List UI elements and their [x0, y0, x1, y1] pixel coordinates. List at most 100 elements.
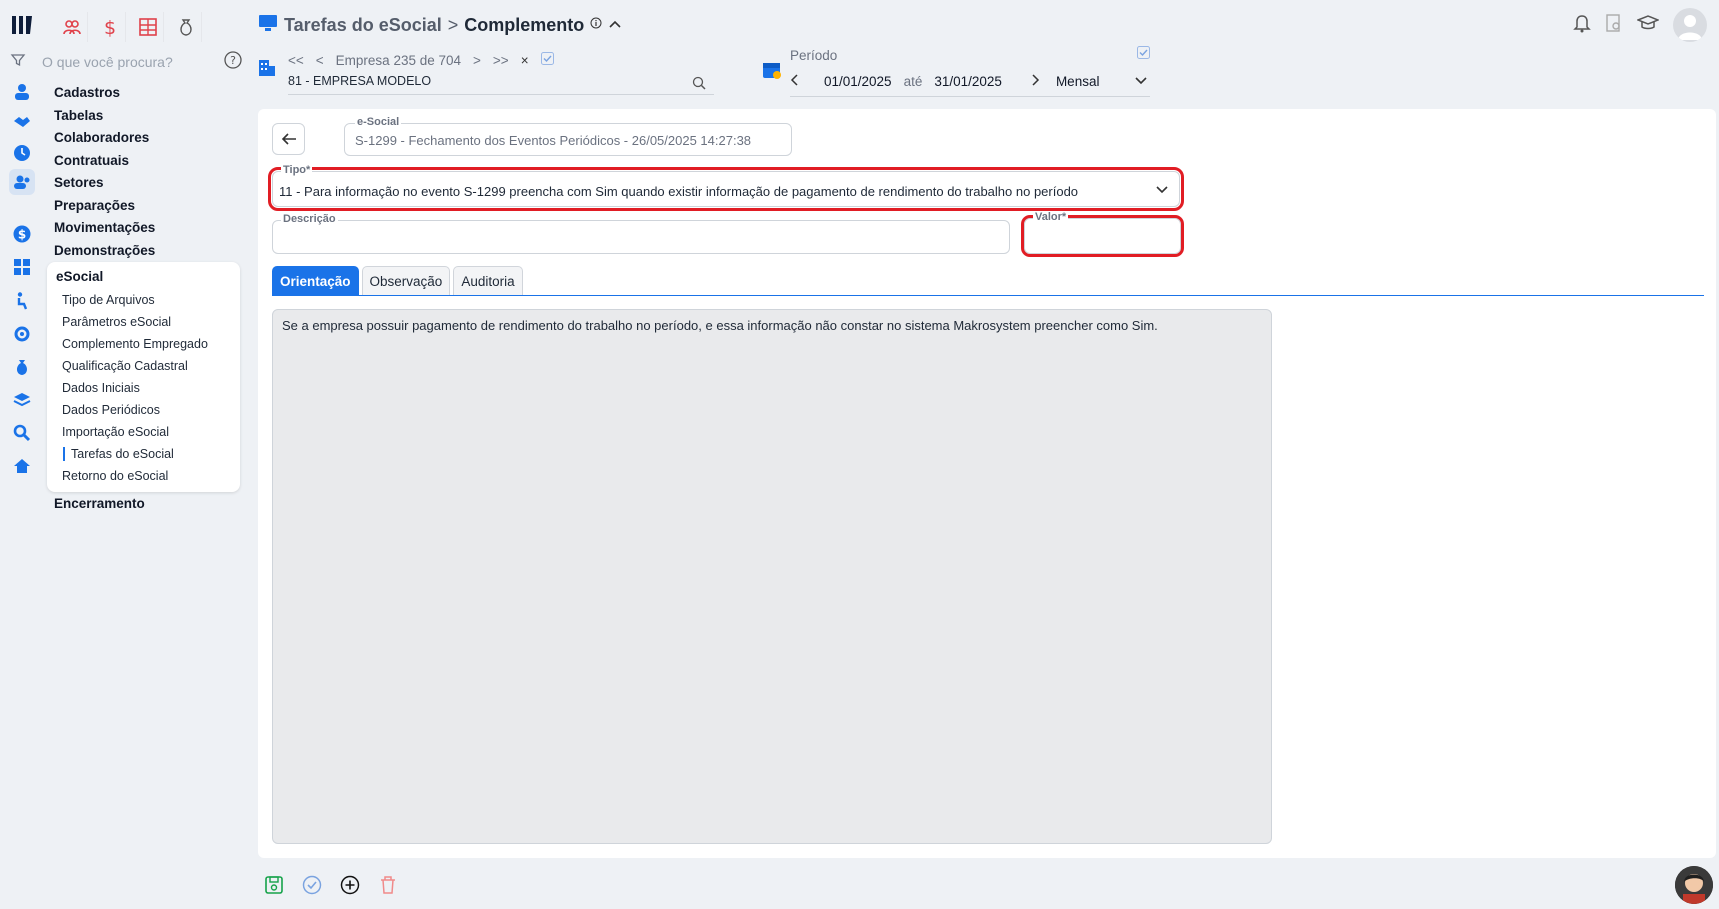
- submenu-item[interactable]: Importação eSocial: [62, 425, 169, 439]
- money-bag-icon[interactable]: [9, 354, 35, 380]
- bell-icon[interactable]: [1573, 13, 1591, 38]
- submenu-item[interactable]: Complemento Empregado: [62, 337, 208, 351]
- frequency-select[interactable]: Mensal: [1056, 74, 1100, 89]
- save-icon[interactable]: [262, 873, 286, 897]
- tipo-value: 11 - Para informação no evento S-1299 pr…: [279, 184, 1079, 199]
- top-right-actions: [1573, 8, 1707, 42]
- info-icon[interactable]: [590, 16, 602, 34]
- building-icon: [258, 58, 276, 83]
- tipo-label: Tipo*: [281, 164, 313, 176]
- breadcrumb-parent[interactable]: Tarefas do eSocial: [284, 15, 442, 36]
- trash-icon[interactable]: [376, 873, 400, 897]
- orientacao-panel: Se a empresa possuir pagamento de rendim…: [272, 309, 1272, 844]
- home-icon[interactable]: [9, 453, 35, 479]
- esocial-submenu: eSocial Tipo de Arquivos Parâmetros eSoc…: [47, 262, 240, 492]
- periodo-selector: Período 01/01/2025 até 31/01/2025 Mensal: [762, 46, 1152, 98]
- valor-field[interactable]: Valor*: [1021, 211, 1184, 257]
- confirm-icon[interactable]: [300, 873, 324, 897]
- periodo-underline: [790, 96, 1150, 97]
- menu-item-colaboradores[interactable]: Colaboradores: [54, 127, 244, 150]
- filter-icon[interactable]: [10, 52, 26, 73]
- menu-item-tabelas[interactable]: Tabelas: [54, 105, 244, 128]
- menu-item-demonstracoes[interactable]: Demonstrações: [54, 240, 244, 263]
- esocial-field: e-Social S-1299 - Fechamento dos Eventos…: [344, 116, 792, 156]
- first-empresa-button[interactable]: <<: [288, 53, 304, 68]
- empresa-input[interactable]: 81 - EMPRESA MODELO: [288, 74, 431, 88]
- dollar-sign-icon[interactable]: $: [94, 12, 126, 42]
- menu-item-movimentacoes[interactable]: Movimentações: [54, 217, 244, 240]
- menu-search: O que você procura? ?: [10, 50, 242, 74]
- chevron-right-icon[interactable]: [1030, 73, 1040, 89]
- next-empresa-button[interactable]: >: [473, 53, 481, 68]
- chevron-up-icon[interactable]: [608, 16, 622, 34]
- spreadsheet-icon[interactable]: [132, 12, 164, 42]
- search-icon[interactable]: [692, 76, 706, 95]
- tab-observacao[interactable]: Observação: [361, 266, 451, 295]
- user-avatar[interactable]: [1673, 8, 1707, 42]
- menu-item-cadastros[interactable]: Cadastros: [54, 82, 244, 105]
- submenu-item[interactable]: Retorno do eSocial: [62, 469, 168, 483]
- assistant-avatar[interactable]: [1675, 866, 1713, 904]
- menu-item-preparacoes[interactable]: Preparações: [54, 195, 244, 218]
- submenu-title[interactable]: eSocial: [56, 269, 103, 284]
- submenu-item[interactable]: Qualificação Cadastral: [62, 359, 188, 373]
- document-search-icon[interactable]: [1605, 13, 1623, 38]
- period-start-input[interactable]: 01/01/2025: [824, 74, 892, 89]
- submenu-item[interactable]: Tipo de Arquivos: [62, 293, 155, 307]
- money-bag-outline-icon[interactable]: [170, 12, 202, 42]
- handshake-icon[interactable]: [9, 109, 35, 135]
- action-toolbar: [262, 872, 400, 898]
- submenu-item[interactable]: Dados Periódicos: [62, 403, 160, 417]
- esocial-value: S-1299 - Fechamento dos Eventos Periódic…: [355, 133, 752, 148]
- gear-network-icon[interactable]: [9, 321, 35, 347]
- search-icon[interactable]: [9, 420, 35, 446]
- icon-rail: $: [0, 0, 44, 909]
- empresa-selector: << < Empresa 235 de 704 > >> × 81 - EMPR…: [258, 50, 714, 96]
- menu-item-encerramento[interactable]: Encerramento: [54, 496, 145, 511]
- tab-orientacao[interactable]: Orientação: [272, 266, 359, 295]
- breadcrumb-separator: >: [447, 14, 459, 35]
- back-button[interactable]: [272, 123, 305, 155]
- chevron-left-icon[interactable]: [790, 73, 800, 89]
- orientacao-text: Se a empresa possuir pagamento de rendim…: [282, 318, 1158, 333]
- page-title: Complemento: [464, 14, 585, 35]
- app-logo[interactable]: [10, 12, 36, 38]
- period-to-label: até: [903, 73, 923, 89]
- page-header: Tarefas do eSocial > Complemento: [258, 12, 622, 38]
- sidebar-menu: Cadastros Tabelas Colaboradores Contratu…: [54, 82, 244, 262]
- descricao-field[interactable]: Descrição: [272, 213, 1010, 254]
- clear-empresa-button[interactable]: ×: [521, 53, 529, 68]
- menu-item-setores[interactable]: Setores: [54, 172, 244, 195]
- svg-text:$: $: [18, 228, 26, 242]
- descricao-label: Descrição: [281, 213, 338, 225]
- graduation-cap-icon[interactable]: [1635, 14, 1661, 37]
- layers-icon[interactable]: [9, 387, 35, 413]
- submenu-item[interactable]: Dados Iniciais: [62, 381, 140, 395]
- period-end-input[interactable]: 31/01/2025: [934, 74, 1002, 89]
- submenu-item-selected[interactable]: Tarefas do eSocial: [63, 447, 174, 461]
- svg-text:?: ?: [230, 54, 236, 67]
- tab-auditoria[interactable]: Auditoria: [453, 266, 523, 295]
- chevron-down-icon[interactable]: [1134, 74, 1148, 89]
- users-icon[interactable]: [9, 169, 35, 195]
- svg-text:$: $: [103, 17, 115, 37]
- accessibility-icon[interactable]: [9, 288, 35, 314]
- help-icon[interactable]: ?: [224, 50, 242, 74]
- add-icon[interactable]: [338, 873, 362, 897]
- clock-icon[interactable]: [9, 140, 35, 166]
- menu-search-input[interactable]: O que você procura?: [42, 54, 224, 70]
- menu-item-contratuais[interactable]: Contratuais: [54, 150, 244, 173]
- monitor-icon: [258, 14, 278, 37]
- people-icon[interactable]: [9, 79, 35, 105]
- last-empresa-button[interactable]: >>: [493, 53, 509, 68]
- prev-empresa-button[interactable]: <: [316, 53, 324, 68]
- calculator-icon[interactable]: [9, 254, 35, 280]
- esocial-label: e-Social: [355, 116, 402, 128]
- periodo-checkbox[interactable]: [1137, 46, 1150, 64]
- submenu-item[interactable]: Parâmetros eSocial: [62, 315, 171, 329]
- chevron-down-icon[interactable]: [1155, 182, 1169, 200]
- empresa-checkbox[interactable]: [540, 52, 554, 68]
- people-group-icon[interactable]: [56, 12, 88, 42]
- dollar-icon[interactable]: $: [9, 221, 35, 247]
- tipo-select[interactable]: Tipo* 11 - Para informação no evento S-1…: [268, 164, 1184, 211]
